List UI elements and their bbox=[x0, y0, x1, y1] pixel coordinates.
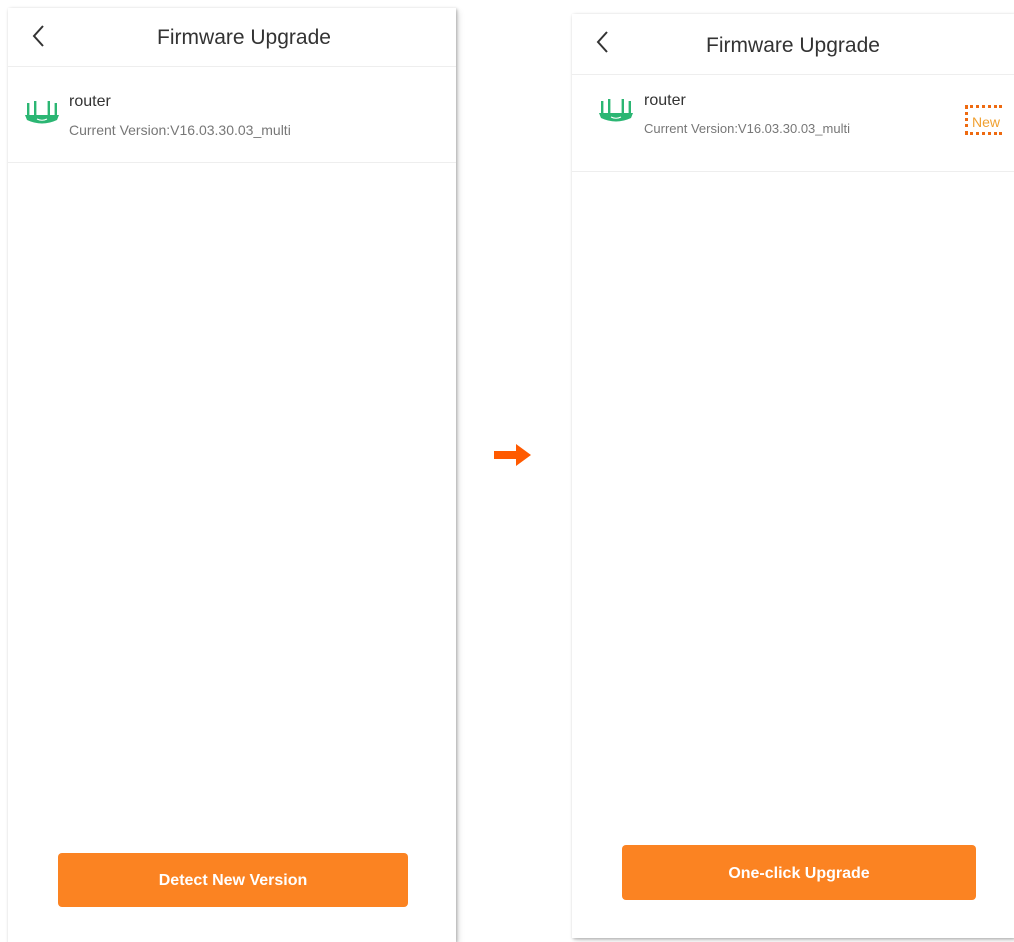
device-list-item[interactable]: router Current Version:V16.03.30.03_mult… bbox=[8, 67, 456, 163]
device-name: router bbox=[69, 93, 111, 110]
right-arrow-icon bbox=[494, 444, 531, 466]
new-version-badge[interactable]: New bbox=[965, 105, 1003, 135]
device-version: Current Version:V16.03.30.03_multi bbox=[644, 121, 850, 136]
detect-new-version-button[interactable]: Detect New Version bbox=[58, 853, 408, 907]
phone-screen-before: Firmware Upgrade router Current Version:… bbox=[8, 8, 456, 942]
device-list-item[interactable]: router Current Version:V16.03.30.03_mult… bbox=[572, 75, 1014, 172]
page-title: Firmware Upgrade bbox=[706, 34, 880, 57]
device-version: Current Version:V16.03.30.03_multi bbox=[69, 122, 291, 138]
header-bar: Firmware Upgrade bbox=[8, 8, 456, 67]
device-name: router bbox=[644, 92, 686, 109]
page-title: Firmware Upgrade bbox=[157, 26, 331, 49]
router-icon bbox=[25, 101, 59, 124]
router-icon bbox=[599, 99, 633, 122]
header-bar: Firmware Upgrade bbox=[572, 14, 1014, 75]
phone-screen-after: Firmware Upgrade router Current Version:… bbox=[572, 14, 1014, 938]
one-click-upgrade-button[interactable]: One-click Upgrade bbox=[622, 845, 976, 900]
